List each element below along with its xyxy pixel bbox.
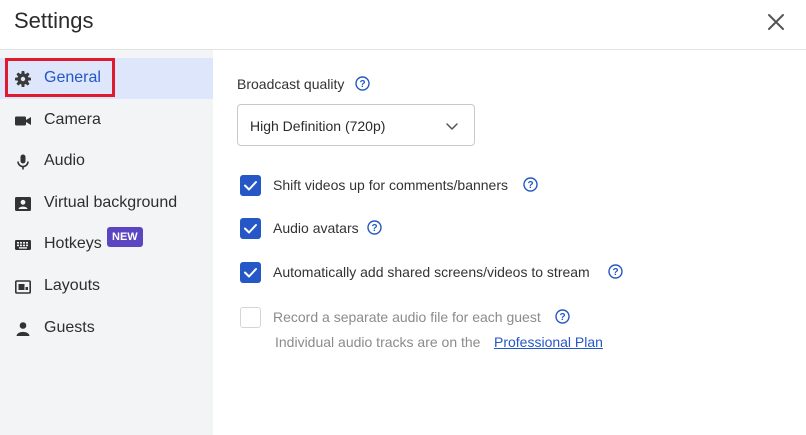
chevron-down-icon (444, 118, 460, 134)
dialog-title: Settings (14, 8, 94, 33)
keyboard-icon (14, 236, 32, 254)
sidebar-item-label: Virtual background (44, 194, 178, 211)
svg-text:?: ? (371, 223, 377, 234)
help-icon[interactable]: ? (608, 264, 623, 279)
microphone-icon (14, 153, 32, 171)
broadcast-quality-label: Broadcast quality (237, 76, 345, 92)
record-audio-checkbox[interactable] (240, 307, 261, 328)
audio-avatars-label: Audio avatars (273, 220, 359, 236)
broadcast-quality-select[interactable]: High Definition (720p) (237, 104, 475, 146)
sidebar-item-label: Guests (44, 319, 95, 336)
help-icon[interactable]: ? (355, 76, 370, 91)
sidebar-item-general[interactable]: General (0, 58, 213, 99)
record-audio-label: Record a separate audio file for each gu… (273, 309, 541, 325)
svg-text:?: ? (612, 267, 618, 278)
sidebar-item-label: Camera (44, 111, 101, 128)
svg-text:?: ? (559, 312, 565, 323)
close-icon[interactable] (765, 11, 787, 33)
help-icon[interactable]: ? (367, 220, 382, 235)
sidebar-item-guests[interactable]: Guests (0, 308, 213, 349)
camera-icon (14, 112, 32, 130)
sidebar-item-label: Audio (44, 152, 85, 169)
svg-text:?: ? (527, 180, 533, 191)
sidebar-item-label: Hotkeys (44, 235, 102, 252)
sidebar-item-audio[interactable]: Audio (0, 141, 213, 182)
help-icon[interactable]: ? (523, 177, 538, 192)
help-icon[interactable]: ? (555, 309, 570, 324)
gear-icon (14, 70, 32, 88)
svg-text:?: ? (359, 79, 365, 90)
shift-videos-label: Shift videos up for comments/banners (273, 177, 509, 193)
sidebar-item-layouts[interactable]: Layouts (0, 266, 213, 307)
new-badge: NEW (107, 227, 143, 247)
broadcast-quality-value: High Definition (720p) (250, 118, 386, 134)
layout-icon (14, 278, 32, 296)
shift-videos-checkbox[interactable] (240, 175, 261, 196)
auto-add-screens-checkbox[interactable] (240, 262, 261, 283)
auto-add-screens-label: Automatically add shared screens/videos … (273, 264, 590, 280)
portrait-icon (14, 195, 32, 213)
sidebar-item-virtual-background[interactable]: Virtual background (0, 183, 213, 224)
dialog-header: Settings (0, 0, 806, 50)
sidebar-item-label: Layouts (44, 277, 101, 294)
sidebar-item-label: General (44, 69, 101, 86)
person-icon (14, 320, 32, 338)
professional-plan-link[interactable]: Professional Plan (494, 334, 603, 350)
sidebar-item-camera[interactable]: Camera (0, 100, 213, 141)
audio-avatars-checkbox[interactable] (240, 218, 261, 239)
upgrade-note: Individual audio tracks are on the (275, 334, 481, 350)
